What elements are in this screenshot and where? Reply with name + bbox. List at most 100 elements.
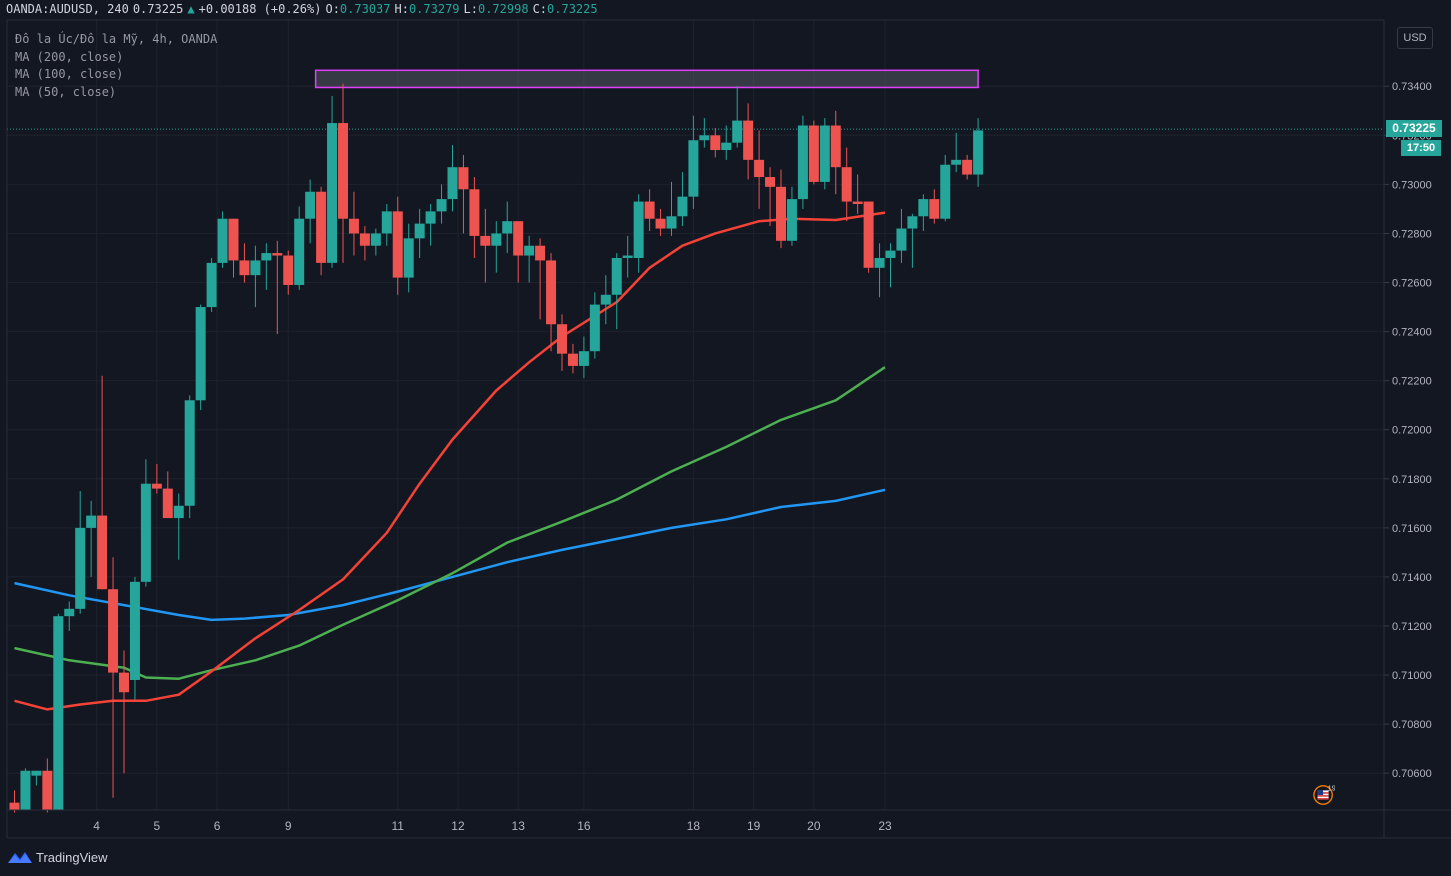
candle-body (962, 159, 973, 175)
legend-ma200[interactable]: MA (200, close) (15, 49, 217, 67)
candle-body (743, 120, 754, 160)
candle-body (622, 255, 633, 258)
candle-body (776, 186, 786, 241)
y-tick-label: 0.72200 (1392, 376, 1432, 388)
candle (129, 576, 140, 700)
candle (250, 245, 261, 308)
us-flag-icon[interactable]: 19 (1313, 784, 1335, 806)
candle (655, 208, 666, 236)
candle (327, 96, 338, 268)
candle (732, 86, 743, 148)
candle (841, 147, 852, 222)
legend-ma100[interactable]: MA (100, close) (15, 66, 217, 84)
currency-button[interactable]: USD (1397, 27, 1433, 49)
candle-body (841, 167, 852, 202)
tradingview-logo[interactable]: TradingView (7, 847, 108, 867)
candle (524, 235, 535, 283)
y-tick-label: 0.72000 (1392, 425, 1432, 437)
candle-body (425, 211, 436, 224)
candle (195, 304, 206, 411)
candle-body (852, 201, 863, 205)
candle (929, 189, 940, 224)
x-tick-label: 16 (577, 819, 591, 833)
candle (491, 221, 502, 273)
candle-body (381, 211, 392, 234)
candle-body (786, 199, 797, 241)
last-price: 0.73225 (132, 2, 184, 16)
legend-ma50[interactable]: MA (50, close) (15, 84, 217, 102)
candle-body (480, 235, 491, 246)
candle-body (217, 218, 228, 263)
candle-body (283, 255, 294, 285)
open-value: 0.73037 (339, 2, 391, 16)
candle (633, 194, 644, 273)
candle-body (119, 672, 129, 693)
candle (458, 154, 469, 234)
resistance-zone (314, 69, 979, 89)
candle-body (305, 191, 316, 219)
open-label: O: (325, 2, 340, 16)
candle (874, 243, 885, 298)
candle-body (403, 238, 414, 278)
candle-body (447, 167, 458, 200)
candle (677, 172, 688, 227)
candle (42, 758, 53, 813)
candle (819, 118, 830, 190)
candle (469, 177, 480, 258)
candle-body (940, 164, 951, 219)
candle (447, 145, 458, 212)
candle-body (206, 262, 217, 308)
candle (962, 154, 973, 180)
candle (370, 228, 381, 256)
candle-body (469, 189, 480, 236)
candle-body (721, 142, 732, 151)
candle (502, 201, 513, 254)
price-chart[interactable]: 0.734000.732000.730000.728000.726000.724… (0, 0, 1451, 876)
candle-body (436, 199, 447, 212)
candle (852, 174, 863, 214)
candle (9, 790, 20, 813)
bar-countdown: 17:50 (1401, 140, 1441, 157)
candle-body (863, 201, 874, 268)
candle (557, 314, 567, 371)
y-tick-label: 0.71000 (1392, 670, 1432, 682)
candle (589, 292, 600, 359)
candle (53, 613, 64, 810)
candle-body (710, 135, 721, 151)
low-label: L: (463, 2, 478, 16)
candle (513, 221, 524, 283)
tradingview-name: TradingView (36, 849, 108, 865)
candle-body (491, 233, 502, 246)
x-tick-label: 13 (512, 819, 526, 833)
candle (666, 181, 677, 236)
tradingview-logo-icon (8, 852, 32, 863)
candle (885, 243, 896, 288)
candle-body (458, 167, 469, 190)
candle (425, 204, 436, 246)
candle-body (140, 483, 151, 582)
candle-body (64, 608, 75, 617)
candle (973, 118, 984, 187)
candle-body (929, 199, 940, 219)
candle-body (162, 488, 173, 519)
candle (940, 154, 951, 222)
x-tick-label: 19 (747, 819, 761, 833)
chart-grid (7, 20, 1384, 810)
candle (86, 500, 97, 577)
candle-body (973, 130, 984, 175)
candle-body (272, 253, 283, 256)
candle-body (699, 135, 710, 141)
legend-title: Đô la Úc/Đô la Mỹ, 4h, OANDA (15, 32, 218, 46)
candle (20, 768, 31, 810)
candle-body (524, 245, 535, 256)
candle-body (655, 218, 666, 229)
change-arrow: ▲ (187, 2, 195, 16)
x-tick-label: 4 (93, 819, 100, 833)
candle-body (732, 120, 743, 143)
y-tick-label: 0.72600 (1392, 278, 1432, 290)
candle-body (666, 216, 677, 229)
candle (546, 253, 557, 352)
symbol-label[interactable]: OANDA:AUDUSD, 240 (6, 2, 129, 16)
candle (907, 213, 918, 268)
candle-body (611, 257, 622, 295)
